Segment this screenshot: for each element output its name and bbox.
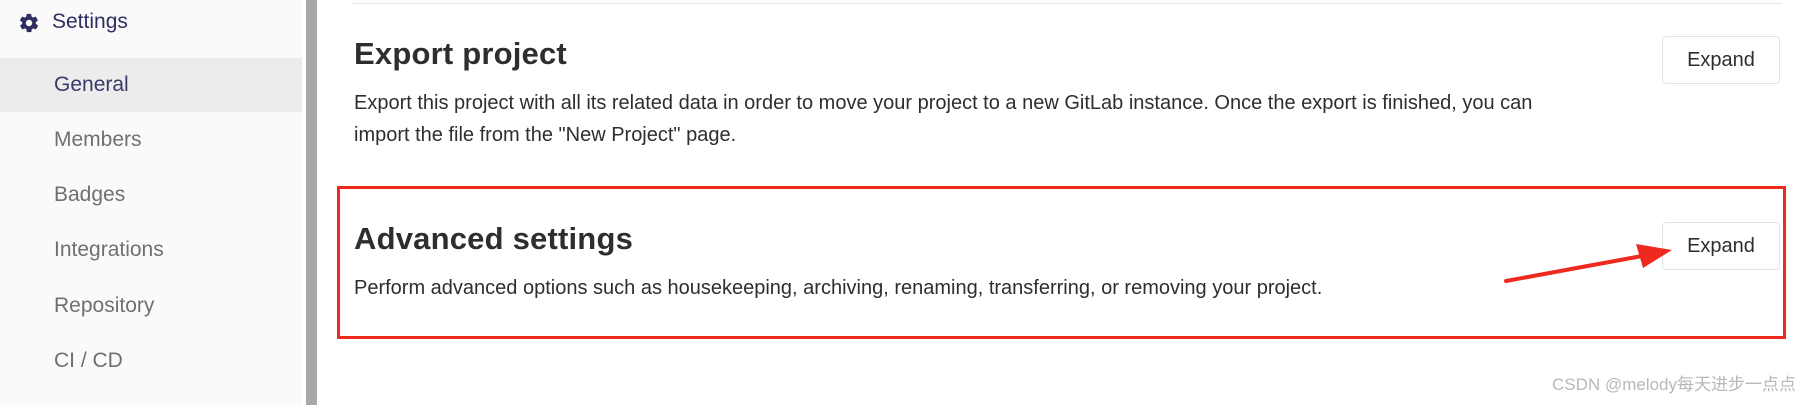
- page: Settings General Members Badges Integrat…: [0, 0, 1806, 405]
- sidebar-item-label: Members: [54, 128, 142, 151]
- sidebar-item-badges[interactable]: Badges: [0, 168, 302, 222]
- export-description-line-1: Export this project with all its related…: [354, 92, 1533, 114]
- sidebar-item-general[interactable]: General: [0, 58, 302, 112]
- watermark: CSDN @melody每天进步一点点: [1552, 375, 1796, 394]
- export-project-title: Export project: [354, 36, 567, 71]
- sidebar-section-label: Settings: [52, 10, 128, 33]
- sidebar-item-label: Integrations: [54, 238, 164, 261]
- export-expand-button[interactable]: Expand: [1662, 36, 1780, 84]
- sidebar-item-members[interactable]: Members: [0, 113, 302, 167]
- sidebar-section-settings[interactable]: Settings: [0, 0, 302, 46]
- sidebar-item-repository[interactable]: Repository: [0, 279, 302, 333]
- sidebar-item-label: General: [54, 73, 129, 96]
- sidebar-item-integrations[interactable]: Integrations: [0, 223, 302, 277]
- section-divider: [352, 3, 1782, 4]
- gear-icon: [18, 12, 40, 34]
- sidebar-item-label: CI / CD: [54, 349, 123, 372]
- sidebar: Settings General Members Badges Integrat…: [0, 0, 302, 405]
- sidebar-item-label: Repository: [54, 294, 155, 317]
- export-project-description: Export this project with all its related…: [354, 87, 1532, 151]
- sidebar-item-ci-cd[interactable]: CI / CD: [0, 334, 302, 388]
- sidebar-scroll-divider: [306, 0, 317, 405]
- sidebar-item-label: Badges: [54, 183, 126, 206]
- export-description-line-2: import the file from the "New Project" p…: [354, 124, 737, 146]
- annotation-arrow: [1504, 244, 1672, 283]
